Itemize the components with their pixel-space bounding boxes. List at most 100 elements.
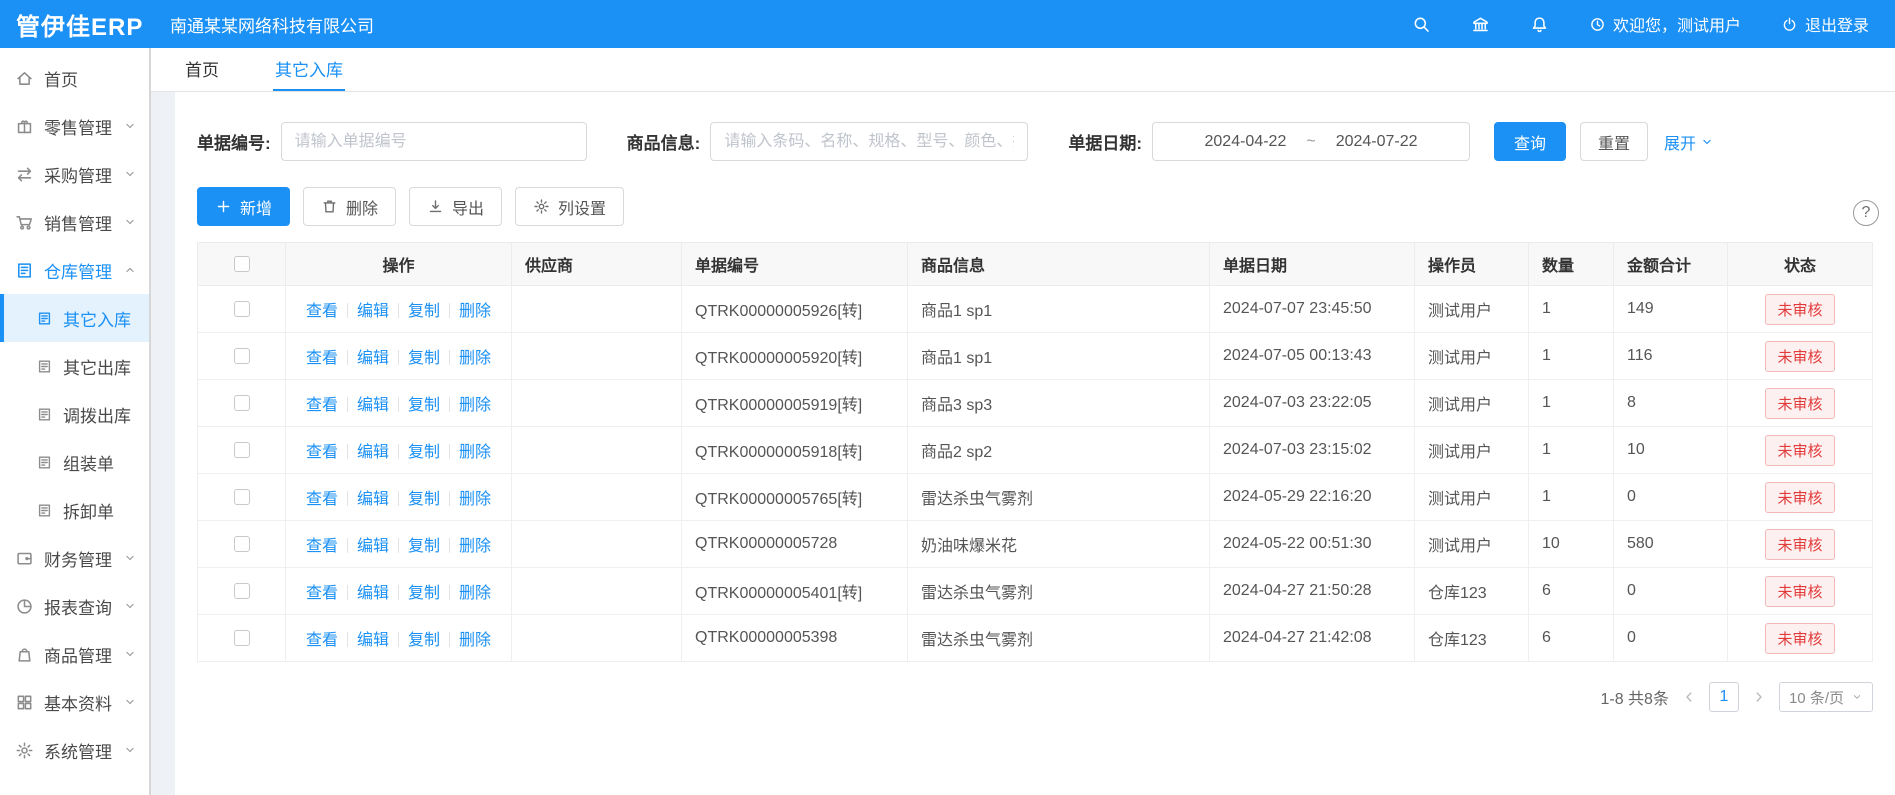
action-view[interactable]: 查看 bbox=[306, 444, 338, 461]
action-copy[interactable]: 复制 bbox=[408, 538, 440, 555]
cell-product: 奶油味爆米花 bbox=[908, 521, 1210, 568]
sidebar-item-retail[interactable]: 零售管理 bbox=[0, 102, 149, 150]
action-copy[interactable]: 复制 bbox=[408, 632, 440, 649]
action-delete[interactable]: 删除 bbox=[459, 585, 491, 602]
action-view[interactable]: 查看 bbox=[306, 491, 338, 508]
cell-product: 商品3 sp3 bbox=[908, 380, 1210, 427]
select-all-checkbox[interactable] bbox=[234, 256, 250, 272]
sidebar-subitem-transfer-outbound[interactable]: 调拨出库 bbox=[0, 390, 149, 438]
row-checkbox[interactable] bbox=[234, 395, 250, 411]
sidebar-item-sales[interactable]: 销售管理 bbox=[0, 198, 149, 246]
delete-button[interactable]: 删除 bbox=[303, 187, 396, 226]
row-checkbox[interactable] bbox=[234, 583, 250, 599]
action-view[interactable]: 查看 bbox=[306, 538, 338, 555]
action-view[interactable]: 查看 bbox=[306, 397, 338, 414]
action-copy[interactable]: 复制 bbox=[408, 303, 440, 320]
sidebar-subitem-assembly-order[interactable]: 组装单 bbox=[0, 438, 149, 486]
sidebar-item-basic-data[interactable]: 基本资料 bbox=[0, 678, 149, 726]
add-button-label: 新增 bbox=[240, 195, 272, 219]
bill-no-input[interactable] bbox=[281, 122, 587, 161]
action-copy[interactable]: 复制 bbox=[408, 491, 440, 508]
sidebar-item-warehouse[interactable]: 仓库管理 bbox=[0, 246, 149, 294]
product-info-input[interactable] bbox=[710, 122, 1028, 161]
action-copy[interactable]: 复制 bbox=[408, 444, 440, 461]
cell-operator: 测试用户 bbox=[1415, 380, 1529, 427]
expand-toggle[interactable]: 展开 bbox=[1664, 130, 1714, 154]
company-name: 南通某某网络科技有限公司 bbox=[170, 12, 374, 37]
export-button[interactable]: 导出 bbox=[409, 187, 502, 226]
bank-icon[interactable] bbox=[1471, 15, 1490, 34]
sales-icon bbox=[15, 213, 34, 232]
tab-other-inbound[interactable]: 其它入库 bbox=[273, 48, 345, 91]
action-delete[interactable]: 删除 bbox=[459, 444, 491, 461]
sidebar-item-label: 财务管理 bbox=[44, 546, 112, 571]
action-delete[interactable]: 删除 bbox=[459, 491, 491, 508]
sidebar-subitem-other-outbound[interactable]: 其它出库 bbox=[0, 342, 149, 390]
chevron-down-icon bbox=[123, 551, 137, 565]
action-view[interactable]: 查看 bbox=[306, 303, 338, 320]
prev-page-button[interactable] bbox=[1681, 689, 1697, 705]
date-start-value[interactable]: 2024-04-22 bbox=[1205, 133, 1287, 151]
tab-home[interactable]: 首页 bbox=[183, 48, 221, 91]
reset-button[interactable]: 重置 bbox=[1580, 122, 1648, 161]
action-delete[interactable]: 删除 bbox=[459, 397, 491, 414]
action-separator bbox=[398, 491, 399, 506]
sidebar-item-products[interactable]: 商品管理 bbox=[0, 630, 149, 678]
action-delete[interactable]: 删除 bbox=[459, 350, 491, 367]
action-edit[interactable]: 编辑 bbox=[357, 585, 389, 602]
sidebar-item-home[interactable]: 首页 bbox=[0, 54, 149, 102]
action-edit[interactable]: 编辑 bbox=[357, 538, 389, 555]
status-badge: 未审核 bbox=[1765, 576, 1834, 607]
row-checkbox-cell bbox=[198, 286, 286, 333]
date-end-value[interactable]: 2024-07-22 bbox=[1336, 133, 1418, 151]
action-edit[interactable]: 编辑 bbox=[357, 397, 389, 414]
action-copy[interactable]: 复制 bbox=[408, 350, 440, 367]
chevron-up-icon bbox=[123, 263, 137, 277]
sidebar-item-finance[interactable]: 财务管理 bbox=[0, 534, 149, 582]
action-edit[interactable]: 编辑 bbox=[357, 350, 389, 367]
action-view[interactable]: 查看 bbox=[306, 632, 338, 649]
page-size-select[interactable]: 10 条/页 bbox=[1779, 682, 1873, 712]
action-edit[interactable]: 编辑 bbox=[357, 303, 389, 320]
action-separator bbox=[347, 303, 348, 318]
row-checkbox[interactable] bbox=[234, 536, 250, 552]
logout-button[interactable]: 退出登录 bbox=[1781, 12, 1869, 36]
date-range-picker[interactable]: 2024-04-22 ~ 2024-07-22 bbox=[1152, 122, 1470, 161]
row-checkbox-cell bbox=[198, 568, 286, 615]
next-page-button[interactable] bbox=[1751, 689, 1767, 705]
help-icon[interactable]: ? bbox=[1853, 200, 1879, 226]
row-checkbox[interactable] bbox=[234, 301, 250, 317]
row-checkbox[interactable] bbox=[234, 442, 250, 458]
sidebar-item-label: 销售管理 bbox=[44, 210, 112, 235]
row-checkbox[interactable] bbox=[234, 348, 250, 364]
sidebar-subitem-disassembly-order[interactable]: 拆卸单 bbox=[0, 486, 149, 534]
cell-supplier bbox=[512, 568, 682, 615]
action-edit[interactable]: 编辑 bbox=[357, 632, 389, 649]
cell-date: 2024-04-27 21:50:28 bbox=[1210, 568, 1415, 615]
action-delete[interactable]: 删除 bbox=[459, 632, 491, 649]
cell-actions: 查看 编辑 复制 删除 bbox=[286, 474, 512, 521]
action-view[interactable]: 查看 bbox=[306, 585, 338, 602]
sidebar-item-reports[interactable]: 报表查询 bbox=[0, 582, 149, 630]
search-button[interactable]: 查询 bbox=[1494, 122, 1566, 161]
sidebar-item-purchase[interactable]: 采购管理 bbox=[0, 150, 149, 198]
sidebar-subitem-other-inbound[interactable]: 其它入库 bbox=[0, 294, 149, 342]
row-checkbox[interactable] bbox=[234, 630, 250, 646]
column-settings-button[interactable]: 列设置 bbox=[515, 187, 624, 226]
welcome-user[interactable]: 欢迎您，测试用户 bbox=[1589, 12, 1741, 36]
search-icon[interactable] bbox=[1412, 15, 1431, 34]
action-copy[interactable]: 复制 bbox=[408, 397, 440, 414]
action-edit[interactable]: 编辑 bbox=[357, 444, 389, 461]
bell-icon[interactable] bbox=[1530, 15, 1549, 34]
cell-operator: 仓库123 bbox=[1415, 615, 1529, 662]
action-view[interactable]: 查看 bbox=[306, 350, 338, 367]
action-delete[interactable]: 删除 bbox=[459, 538, 491, 555]
row-checkbox[interactable] bbox=[234, 489, 250, 505]
cell-supplier bbox=[512, 333, 682, 380]
add-button[interactable]: 新增 bbox=[197, 187, 290, 226]
action-delete[interactable]: 删除 bbox=[459, 303, 491, 320]
action-edit[interactable]: 编辑 bbox=[357, 491, 389, 508]
sidebar-item-system[interactable]: 系统管理 bbox=[0, 726, 149, 774]
current-page[interactable]: 1 bbox=[1709, 682, 1739, 712]
action-copy[interactable]: 复制 bbox=[408, 585, 440, 602]
